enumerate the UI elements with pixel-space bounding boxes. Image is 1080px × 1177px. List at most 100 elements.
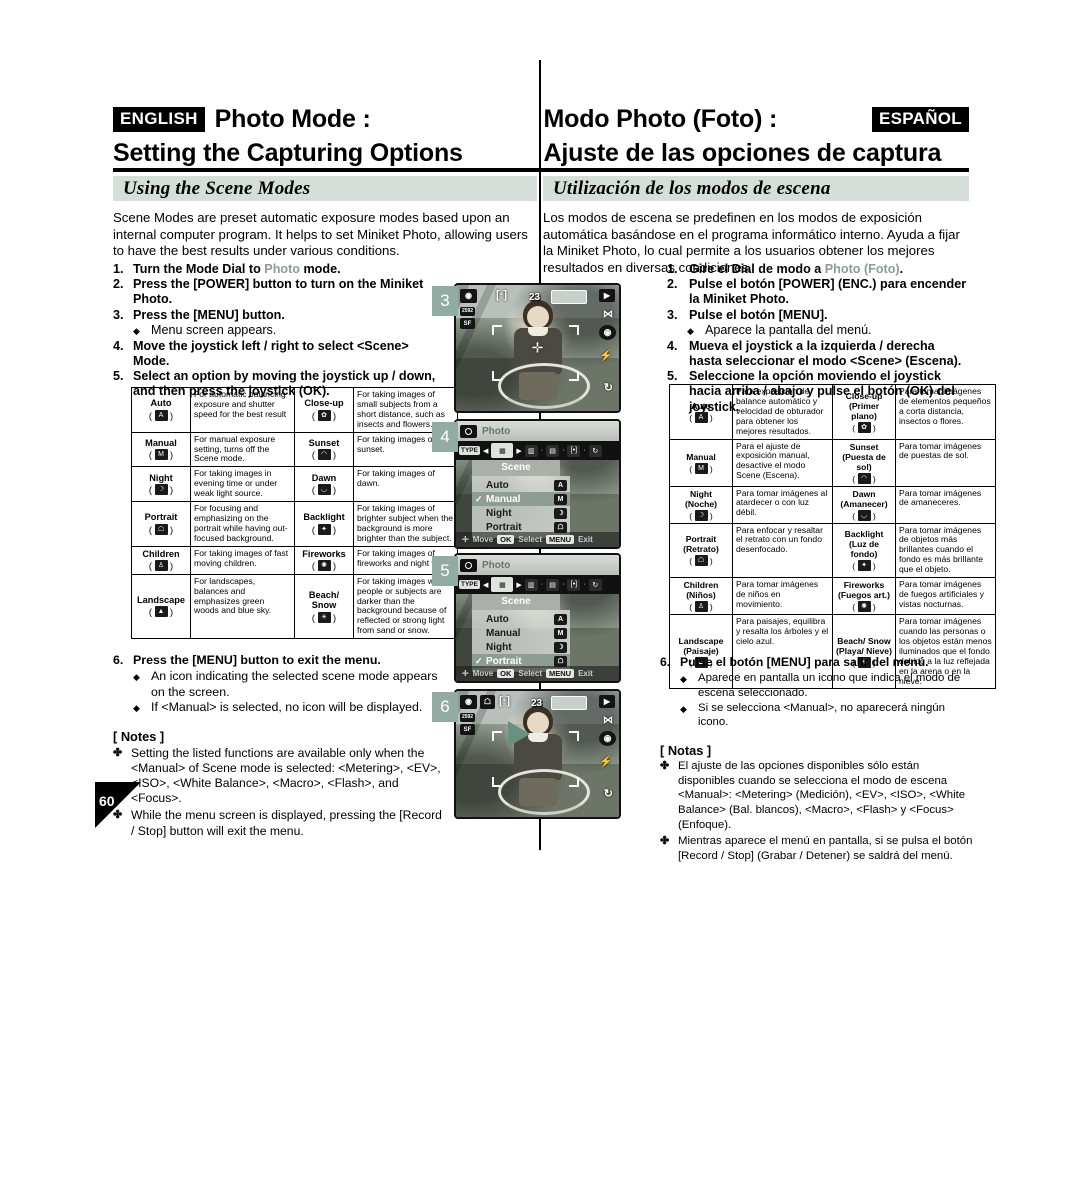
section-title-spanish-text: Utilización de los modos de escena	[553, 178, 831, 199]
step-item: 4. Mueva el joystick a la izquierda / de…	[667, 339, 969, 369]
hint-ok-key: OK	[497, 669, 515, 678]
step-number: 1.	[113, 262, 124, 276]
scene-name: Auto	[691, 400, 711, 411]
tab-white-balance[interactable]: ▤	[546, 578, 560, 591]
lcd-screenshot-step6: 6 ◉ ☖ 2592 SF [·] 23 IN ▶ ⋈	[432, 689, 621, 819]
section-title-english-text: Using the Scene Modes	[123, 178, 311, 199]
hint-menu-key: MENU	[545, 535, 575, 544]
closeup-scene-icon: ✿	[317, 409, 331, 421]
scene-icon-wrap: ( ✺ )	[852, 601, 876, 613]
step-number: 6.	[660, 655, 671, 669]
tab-scene-selected[interactable]: ▦	[491, 577, 514, 592]
tab-metering[interactable]: ▥	[524, 578, 538, 591]
step-text-pre: Gire el Dial de modo a	[689, 262, 825, 276]
type-tab[interactable]: TYPE	[459, 580, 480, 589]
tab-focus[interactable]: [•]	[567, 578, 581, 591]
note-item: ✤ Setting the listed functions are avail…	[113, 746, 443, 807]
scene-icon-wrap: ( ♙ )	[148, 560, 174, 572]
battery-icon	[551, 290, 587, 304]
step-text: Move the joystick left / right to select…	[133, 338, 409, 369]
quality-icon: SF	[460, 724, 475, 735]
step-item: 6. Press the [MENU] button to exit the m…	[113, 653, 443, 668]
scene-name: Sunset (Puesta de sol)	[842, 441, 886, 472]
menu-item-auto[interactable]: Auto A	[472, 612, 570, 626]
scene-name: Auto	[150, 398, 172, 409]
resolution-text: 2592	[461, 308, 474, 314]
note-bullet-icon: ✤	[660, 760, 670, 773]
notes-heading: [ Notes ]	[113, 729, 165, 745]
tab-self-timer[interactable]: ↻	[588, 444, 602, 457]
scene-name-cell: Beach/ Snow ( ☀ )	[294, 573, 354, 640]
step-number: 4.	[113, 338, 124, 353]
dawn-scene-icon: ◡	[317, 484, 331, 496]
step-substep: ◆ If <Manual> is selected, no icon will …	[113, 700, 443, 716]
section-title-spanish: Utilización de los modos de escena	[543, 176, 969, 201]
menu-item-night[interactable]: Night ☽	[472, 506, 570, 520]
menu-item-manual[interactable]: Manual M	[472, 626, 570, 640]
menu-item-night[interactable]: Night ☽	[472, 640, 570, 654]
step-substep-text: An icon indicating the selected scene mo…	[151, 669, 438, 699]
scene-name-cell: Close-up ( ✿ )	[294, 387, 354, 433]
camera-mode-icon	[460, 424, 477, 438]
menu-footer-hints: ✛ Move OK Select MENU Exit	[456, 532, 619, 547]
menu-title-bar: Photo	[456, 421, 619, 441]
scene-icon-wrap: ( ☖ )	[148, 523, 174, 535]
diamond-bullet-icon: ◆	[680, 674, 687, 685]
step-badge: 4	[432, 422, 458, 452]
step-number: 6.	[113, 653, 124, 667]
step-item: 2. Press the [POWER] button to turn on t…	[113, 277, 443, 307]
tab-white-balance[interactable]: ▤	[546, 444, 560, 457]
scene-icon-wrap: ( ▲ )	[148, 606, 174, 618]
note-text: El ajuste de las opciones disponibles só…	[678, 760, 966, 831]
auto-scene-icon: A	[694, 411, 708, 423]
portrait-scene-icon: ☖	[554, 521, 567, 533]
chevron-left-icon[interactable]: ◀	[483, 447, 488, 455]
chevron-right-icon[interactable]: ▶	[516, 447, 521, 455]
closeup-scene-icon: ✿	[857, 421, 871, 433]
scene-name: Close-up (Primer plano)	[845, 390, 883, 421]
tab-self-timer[interactable]: ↻	[588, 578, 602, 591]
focus-corner-icon	[569, 777, 579, 787]
scene-modes-table-english: Auto ( A ) For automatic balancing expos…	[131, 387, 458, 640]
chevron-right-icon[interactable]: ▶	[516, 581, 521, 589]
notes-heading: [ Notas ]	[660, 742, 712, 758]
sunset-scene-icon: ◠	[857, 472, 871, 484]
step-text: Press the [MENU] button to exit the menu…	[133, 653, 381, 667]
table-row: Manual ( M ) Para el ajuste de exposició…	[669, 438, 996, 487]
tab-scene-selected[interactable]: ▦	[491, 443, 514, 458]
scene-desc-cell: Para exposición de balance automático y …	[732, 384, 833, 440]
resolution-icon: 2592	[460, 307, 475, 316]
menu-item-manual[interactable]: ✓ Manual M	[472, 492, 570, 506]
menu-item-label: Night	[486, 507, 512, 519]
children-scene-icon: ♙	[694, 601, 708, 613]
flash-off-icon: ⚡	[599, 350, 613, 362]
scene-name: Dawn (Amanecer)	[840, 488, 888, 509]
scene-icon-wrap: ( ◠ )	[852, 472, 876, 484]
backlight-scene-icon: ✦	[857, 560, 871, 572]
tab-separator-dot: ·	[562, 447, 565, 454]
manual-scene-icon: M	[694, 462, 708, 474]
scene-name-cell: Backlight (Luz de fondo) ( ✦ )	[832, 522, 896, 579]
tab-metering[interactable]: ▥	[524, 444, 538, 457]
scene-name: Backlight (Luz de fondo)	[844, 529, 884, 560]
camera-mode-icon: ◉	[460, 695, 477, 709]
table-row: Children ( ♙ ) For taking images of fast…	[131, 545, 458, 575]
chevron-left-icon[interactable]: ◀	[483, 581, 488, 589]
scene-name: Portrait (Retrato)	[683, 534, 719, 555]
scene-name: Manual	[145, 437, 177, 448]
menu-title-bar: Photo	[456, 555, 619, 575]
menu-item-auto[interactable]: Auto A	[472, 478, 570, 492]
scene-name-cell: Night (Noche) ( ☽ )	[669, 485, 733, 524]
focus-cross-icon: ✛	[531, 339, 544, 356]
scene-name-cell: Backlight ( ✦ )	[294, 501, 354, 547]
tab-separator-dot: ·	[540, 581, 544, 588]
section-title-english: Using the Scene Modes	[113, 176, 537, 201]
scene-name-cell: Night ( ☽ )	[131, 466, 191, 503]
type-tab[interactable]: TYPE	[459, 446, 480, 455]
portrait-scene-icon: ☖	[480, 695, 495, 709]
spanish-title-line1: Modo Photo (Foto) :	[543, 104, 778, 133]
menu-item-label: Night	[486, 641, 512, 653]
tab-focus[interactable]: [•]	[567, 444, 581, 457]
night-scene-icon: ☽	[554, 507, 567, 519]
shot-counter: 23	[529, 292, 541, 303]
